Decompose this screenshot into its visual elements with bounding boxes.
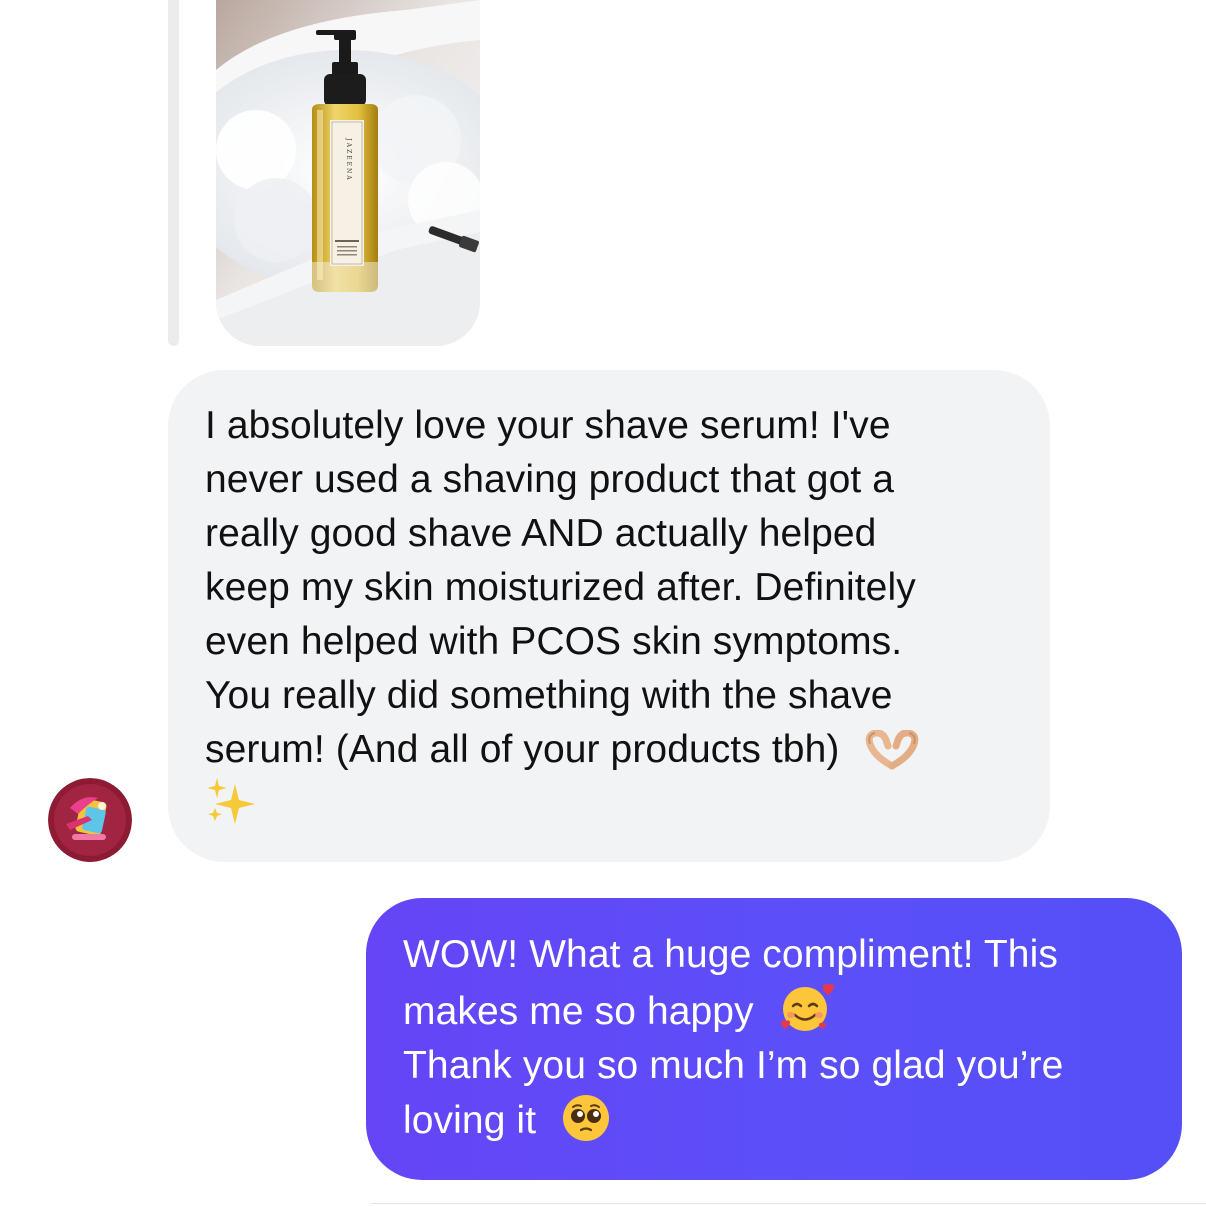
message-text-line-with-emoji: makes me so happy <box>403 982 1152 1039</box>
avatar-image <box>48 778 132 862</box>
message-text-line: even helped with PCOS skin symptoms. <box>205 620 903 663</box>
product-photo-illustration: JAZEENA <box>216 0 480 346</box>
message-text-line: You really did something with the shave <box>205 674 893 717</box>
message-text-line: I absolutely love your shave serum! I've <box>205 404 891 447</box>
message-text-line: Thank you so much I’m so glad you’re <box>403 1044 1064 1087</box>
reply-indicator-bar <box>168 0 179 346</box>
smiling-face-with-hearts-emoji <box>780 983 834 1031</box>
divider <box>370 1203 1206 1204</box>
pleading-face-emoji <box>563 1095 610 1141</box>
shared-product-photo[interactable]: JAZEENA <box>216 0 480 346</box>
outgoing-message-bubble[interactable]: WOW! What a huge compliment! This makes … <box>366 898 1182 1180</box>
message-text-line-with-emoji: serum! (And all of your products tbh) <box>205 723 1014 777</box>
message-text-line: loving it <box>403 1099 537 1142</box>
sparkles-emoji <box>207 778 255 824</box>
message-text-line: never used a shaving product that got a <box>205 458 895 501</box>
message-text-line: makes me so happy <box>403 990 754 1033</box>
message-text-line: WOW! What a huge compliment! This <box>403 933 1058 976</box>
avatar-icon[interactable] <box>48 778 132 862</box>
message-text-line: serum! (And all of your products tbh) <box>205 728 840 771</box>
message-text-line-with-emoji <box>205 777 1014 831</box>
heart-hands-emoji <box>866 730 919 770</box>
message-text-line-with-emoji: loving it <box>403 1093 1152 1148</box>
svg-text:JAZEENA: JAZEENA <box>345 137 352 181</box>
incoming-message-bubble[interactable]: I absolutely love your shave serum! I've… <box>168 370 1050 862</box>
message-text-line: really good shave AND actually helped <box>205 512 877 555</box>
message-text-line: keep my skin moisturized after. Definite… <box>205 566 916 609</box>
